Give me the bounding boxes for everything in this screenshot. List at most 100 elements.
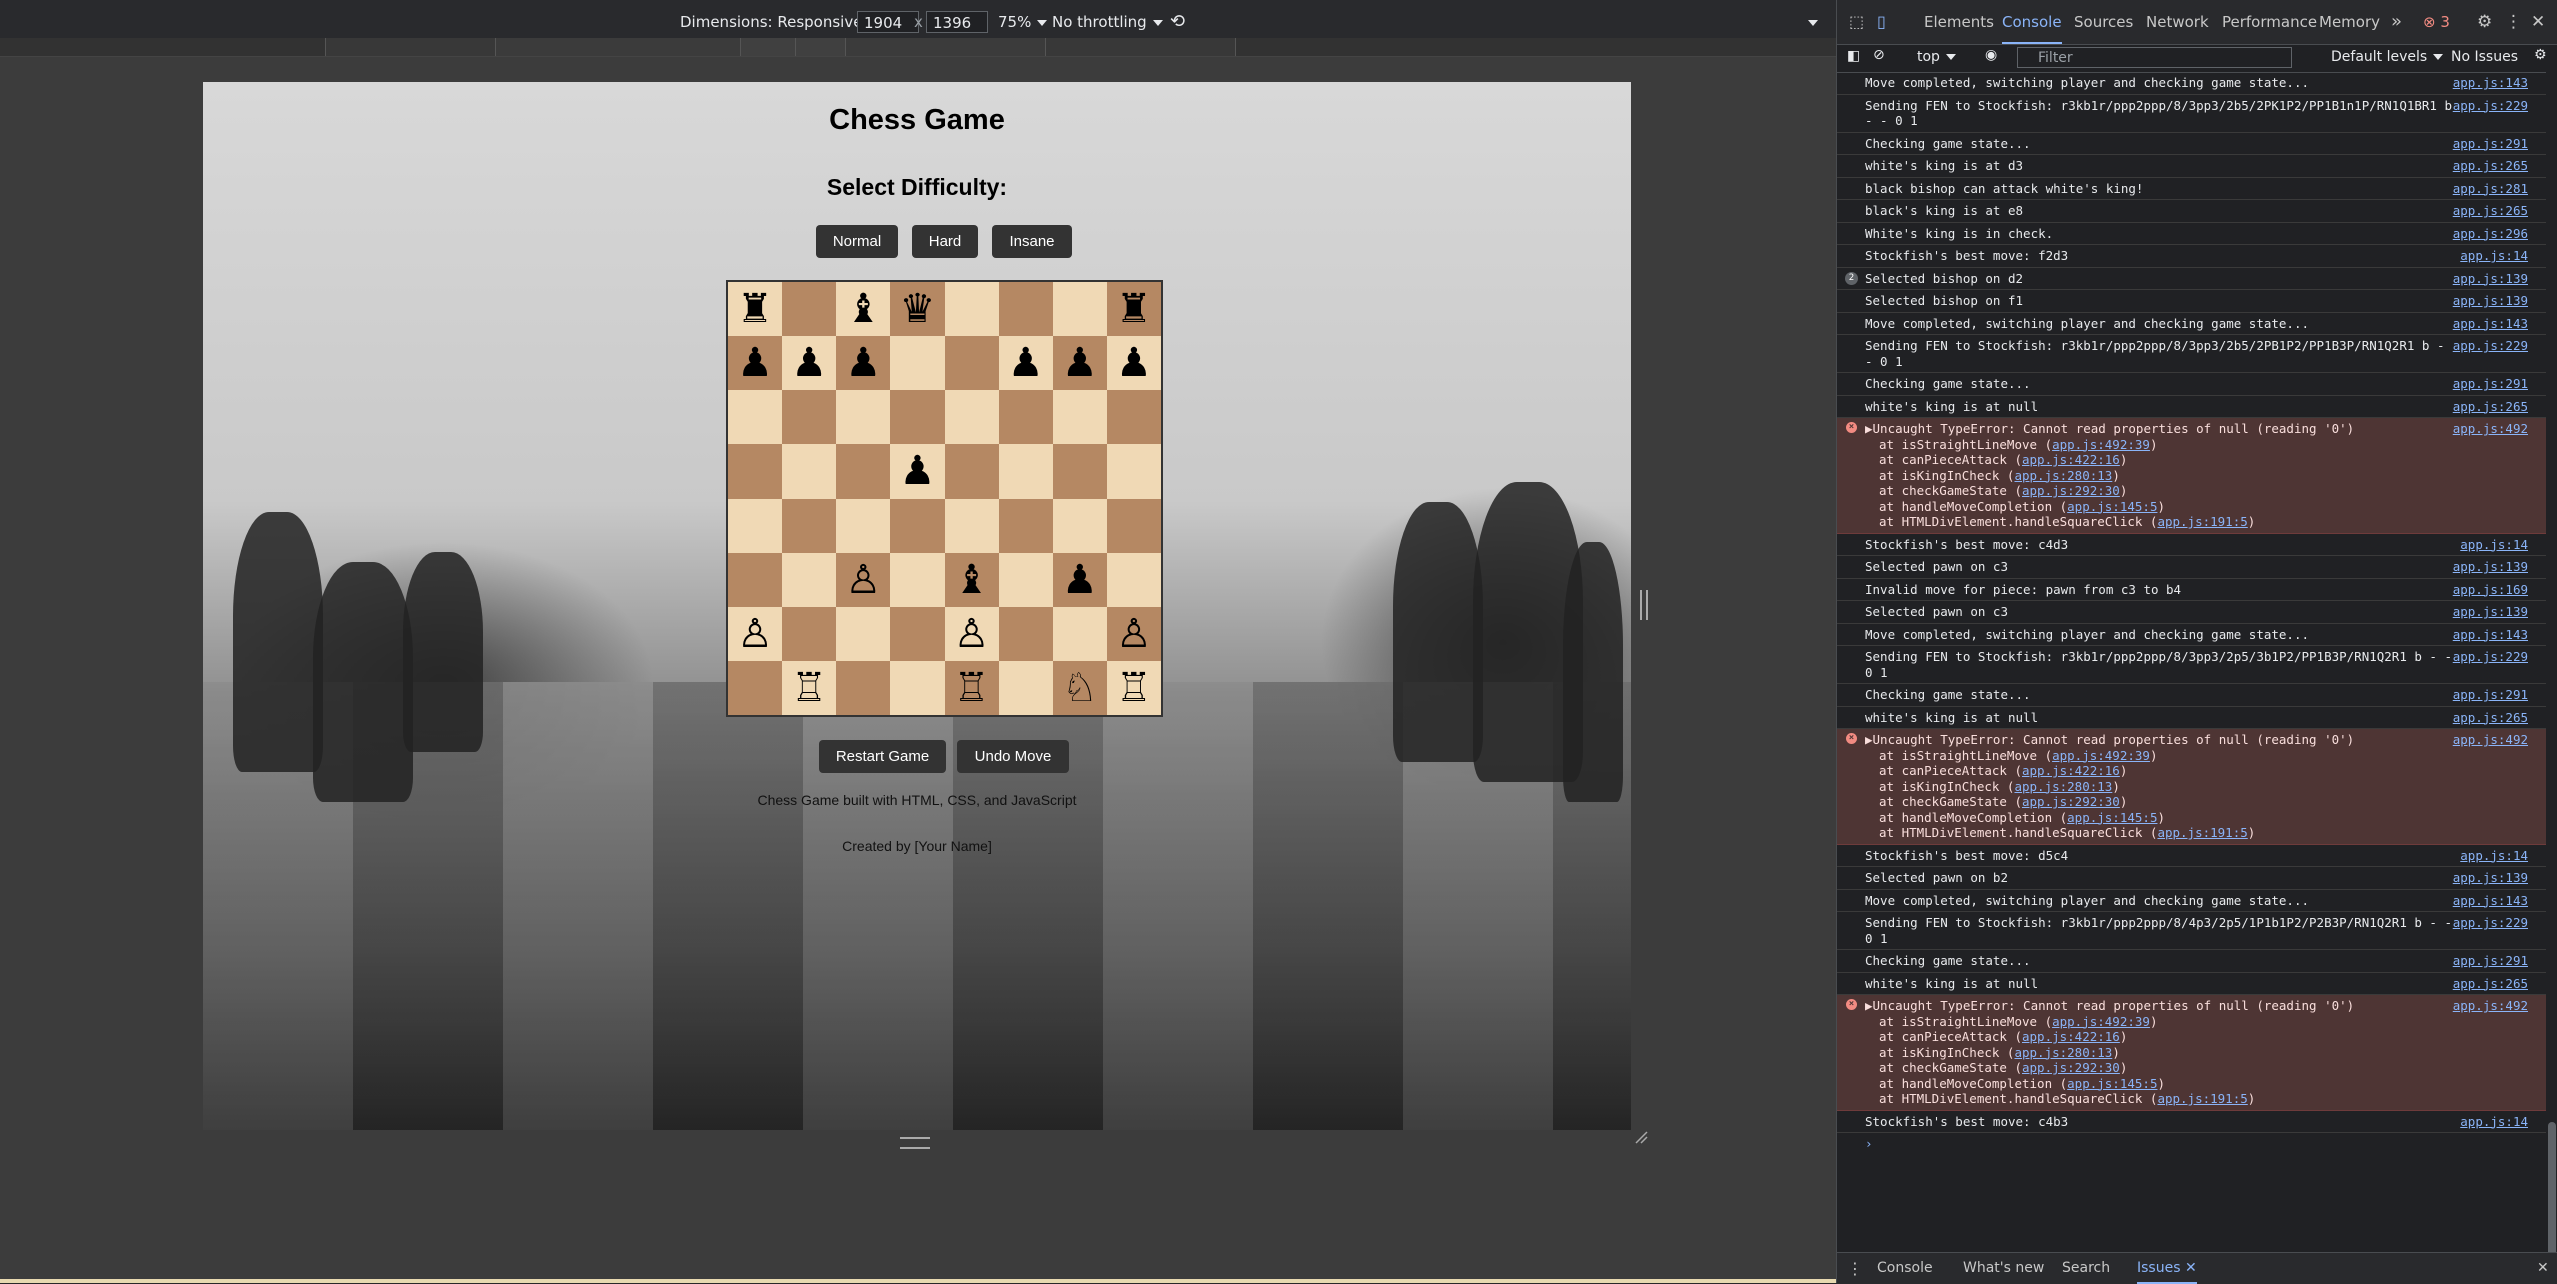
board-square[interactable] [944,336,999,391]
board-square[interactable] [836,498,891,553]
source-link[interactable]: app.js:139 [2453,271,2528,287]
stack-source-link[interactable]: app.js:191:5 [2157,1091,2247,1106]
board-square[interactable] [782,282,837,337]
board-square[interactable] [998,390,1053,445]
board-square[interactable]: ♟ [1106,336,1161,391]
live-expression-eye-icon[interactable]: ◉ [1985,47,1997,63]
close-drawer-icon[interactable]: ✕ [2537,1253,2549,1284]
kebab-menu-icon[interactable]: ⋮ [2505,0,2522,44]
board-square[interactable]: ♜ [728,282,783,337]
source-link[interactable]: app.js:14 [2460,248,2528,264]
board-square[interactable] [1106,444,1161,499]
board-square[interactable] [890,660,945,715]
tab-sources[interactable]: Sources [2074,0,2133,44]
board-square[interactable]: ♟ [1052,336,1107,391]
context-dropdown[interactable]: top [1917,49,1956,65]
board-square[interactable]: ♟ [836,336,891,391]
board-square[interactable] [836,606,891,661]
ruler-segment[interactable] [325,38,496,56]
source-link[interactable]: app.js:291 [2453,136,2528,152]
board-square[interactable] [782,606,837,661]
stack-source-link[interactable]: app.js:191:5 [2157,514,2247,529]
undo-move-button[interactable]: Undo Move [957,740,1069,773]
console-filter-input[interactable]: Filter [2017,47,2292,68]
board-square[interactable] [998,282,1053,337]
board-square[interactable] [836,444,891,499]
board-square[interactable]: ♘ [1052,660,1107,715]
console-error-row[interactable]: × ▶Uncaught TypeError: Cannot read proper… [1837,995,2546,1111]
source-link[interactable]: app.js:143 [2453,316,2528,332]
board-square[interactable]: ♛ [890,282,945,337]
inspect-element-icon[interactable]: ⬚ [1849,0,1864,44]
drawer-tab-search[interactable]: Search [2062,1253,2110,1284]
console-scrollbar[interactable] [2546,72,2557,1262]
device-toolbar-icon[interactable]: ▯ [1877,0,1886,44]
error-counter[interactable]: ⊗ 3 [2423,0,2450,44]
source-link[interactable]: app.js:291 [2453,687,2528,703]
source-link[interactable]: app.js:265 [2453,976,2528,992]
board-square[interactable] [944,498,999,553]
board-square[interactable] [890,498,945,553]
board-square[interactable] [836,660,891,715]
source-link[interactable]: app.js:143 [2453,627,2528,643]
throttling-dropdown[interactable]: No throttling [1052,11,1163,33]
stack-source-link[interactable]: app.js:492:39 [2052,437,2150,452]
source-link[interactable]: app.js:229 [2453,915,2528,931]
board-square[interactable]: ♙ [728,606,783,661]
board-square[interactable] [1052,606,1107,661]
board-square[interactable] [836,390,891,445]
stack-source-link[interactable]: app.js:145:5 [2067,1076,2157,1091]
board-square[interactable] [1052,390,1107,445]
console-prompt-input[interactable]: › [1837,1133,2546,1155]
board-square[interactable] [998,444,1053,499]
source-link[interactable]: app.js:139 [2453,293,2528,309]
board-square[interactable] [998,498,1053,553]
ruler-segment[interactable] [795,38,846,56]
insane-difficulty-button[interactable]: Insane [992,225,1072,258]
hard-difficulty-button[interactable]: Hard [912,225,978,258]
source-link[interactable]: app.js:143 [2453,75,2528,91]
board-square[interactable] [728,390,783,445]
stack-source-link[interactable]: app.js:145:5 [2067,810,2157,825]
more-tabs-icon[interactable]: » [2391,0,2402,44]
issues-button[interactable]: No Issues [2451,49,2518,65]
console-error-row[interactable]: × ▶Uncaught TypeError: Cannot read proper… [1837,729,2546,845]
stack-source-link[interactable]: app.js:280:13 [2014,1045,2112,1060]
source-link[interactable]: app.js:229 [2453,98,2528,114]
stack-source-link[interactable]: app.js:492:39 [2052,1014,2150,1029]
board-square[interactable]: ♟ [1052,552,1107,607]
source-link[interactable]: app.js:14 [2460,848,2528,864]
board-square[interactable]: ♙ [836,552,891,607]
source-link[interactable]: app.js:265 [2453,203,2528,219]
board-square[interactable]: ♜ [1106,282,1161,337]
board-square[interactable]: ♙ [944,606,999,661]
drawer-tab-issues[interactable]: Issues ✕ [2137,1253,2197,1284]
close-devtools-icon[interactable]: ✕ [2531,0,2545,44]
board-square[interactable] [782,552,837,607]
source-link[interactable]: app.js:291 [2453,953,2528,969]
tab-network[interactable]: Network [2146,0,2209,44]
board-square[interactable] [1106,552,1161,607]
board-square[interactable] [1106,390,1161,445]
stack-source-link[interactable]: app.js:191:5 [2157,825,2247,840]
board-square[interactable]: ♝ [944,552,999,607]
log-levels-dropdown[interactable]: Default levels [2331,49,2444,65]
zoom-dropdown[interactable]: 75% [998,11,1048,33]
scrollbar-thumb[interactable] [2548,1122,2556,1262]
source-link[interactable]: app.js:492 [2453,998,2528,1014]
drawer-tab-whats-new[interactable]: What's new [1963,1253,2044,1284]
tab-memory[interactable]: Memory [2319,0,2380,44]
settings-gear-icon[interactable]: ⚙ [2477,0,2492,44]
console-error-row[interactable]: × ▶Uncaught TypeError: Cannot read proper… [1837,418,2546,534]
source-link[interactable]: app.js:169 [2453,582,2528,598]
board-square[interactable] [890,606,945,661]
board-square[interactable] [1052,444,1107,499]
stack-source-link[interactable]: app.js:145:5 [2067,499,2157,514]
board-square[interactable] [782,390,837,445]
bottom-resize-handle[interactable] [900,1137,930,1149]
restart-game-button[interactable]: Restart Game [819,740,946,773]
board-square[interactable] [1106,498,1161,553]
source-link[interactable]: app.js:291 [2453,376,2528,392]
stack-source-link[interactable]: app.js:292:30 [2022,1060,2120,1075]
source-link[interactable]: app.js:143 [2453,893,2528,909]
